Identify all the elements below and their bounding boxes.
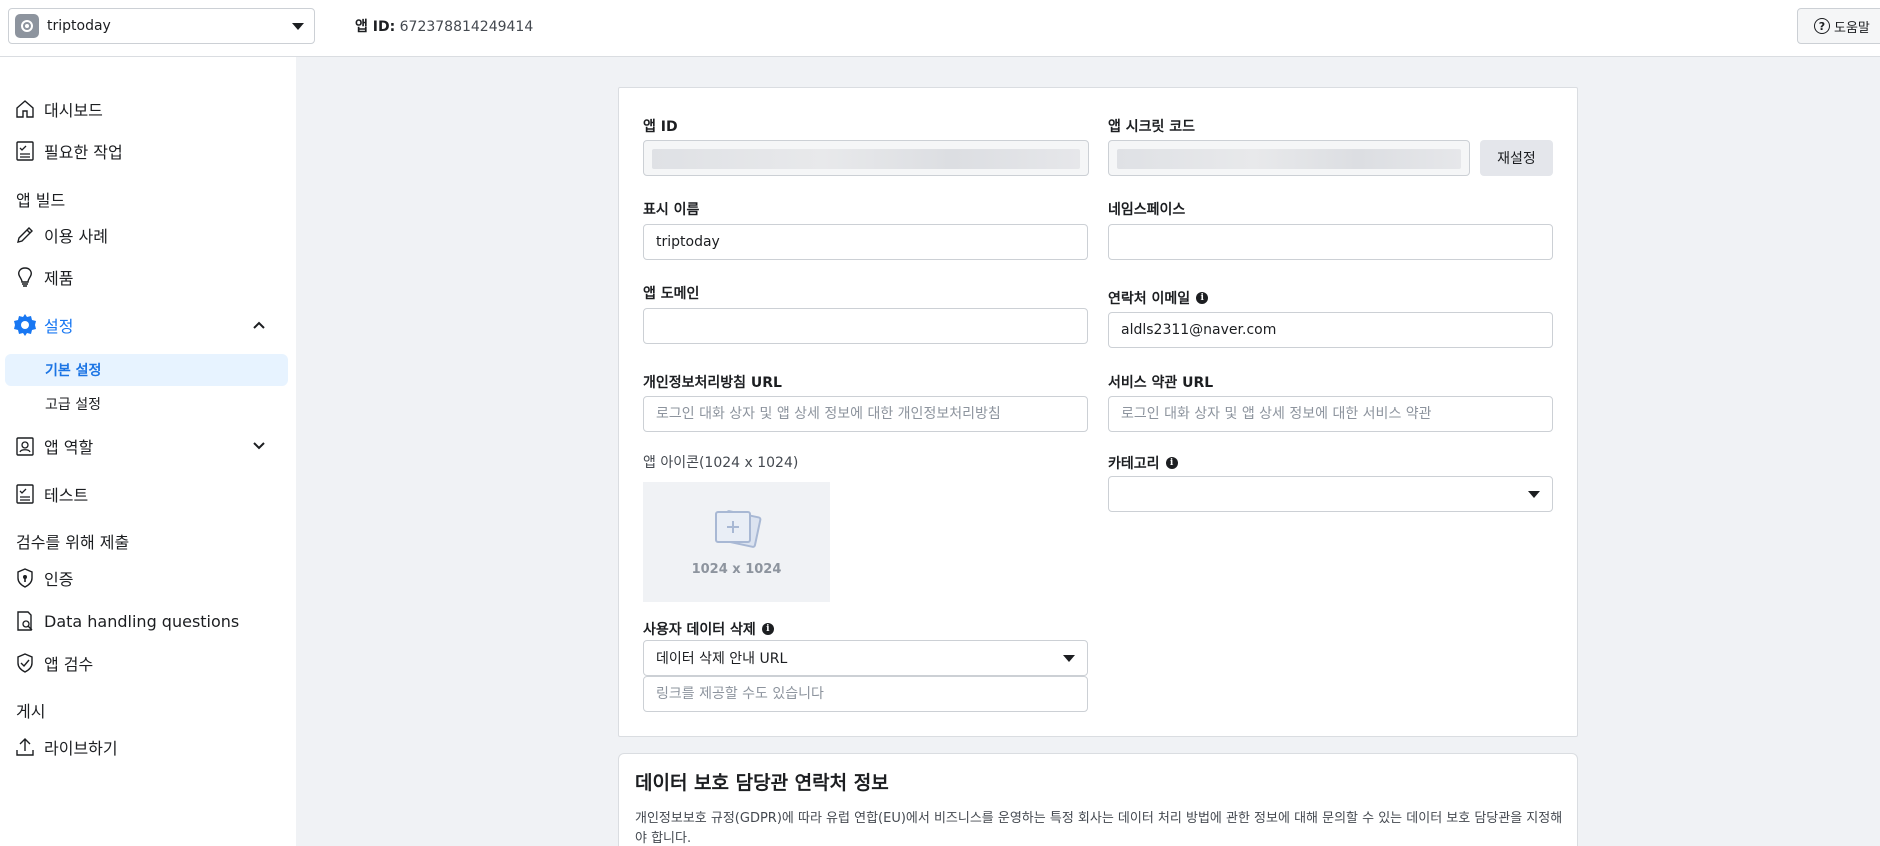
chevron-down-icon xyxy=(252,438,266,457)
privacy-url-text[interactable] xyxy=(656,406,1075,422)
info-icon[interactable]: i xyxy=(1165,457,1178,469)
home-icon xyxy=(12,96,38,122)
app-secret-field[interactable] xyxy=(1108,140,1470,176)
category-select[interactable] xyxy=(1108,476,1553,512)
namespace-label: 네임스페이스 xyxy=(1108,202,1186,218)
shield-check-icon xyxy=(12,650,38,676)
lightbulb-icon xyxy=(12,264,38,290)
chevron-down-icon xyxy=(1528,490,1540,498)
tos-url-input[interactable] xyxy=(1108,396,1553,432)
app-id-display: 앱 ID: 672378814249414 xyxy=(355,16,533,36)
category-label: 카테고리 i xyxy=(1108,453,1178,473)
app-secret-label: 앱 시크릿 코드 xyxy=(1108,119,1196,135)
sidebar-item-label: Data handling questions xyxy=(44,611,240,631)
privacy-url-input[interactable] xyxy=(643,396,1088,432)
tos-url-label: 서비스 약관 URL xyxy=(1108,375,1214,391)
tos-url-text[interactable] xyxy=(1121,406,1540,422)
sidebar-item-label: 앱 검수 xyxy=(44,655,94,674)
sidebar-item-label: 라이브하기 xyxy=(44,739,118,758)
pencil-icon xyxy=(12,222,38,248)
data-deletion-url-text[interactable] xyxy=(656,686,1075,702)
sidebar-item-label: 테스트 xyxy=(44,486,89,505)
sidebar-item-data-handling[interactable]: Data handling questions xyxy=(0,603,296,639)
checklist-icon xyxy=(12,481,38,507)
sidebar-item-products[interactable]: 제품 xyxy=(0,259,296,295)
dpo-title: 데이터 보호 담당관 연락처 정보 xyxy=(635,772,889,794)
chevron-up-icon xyxy=(252,317,266,336)
section-app-build: 앱 빌드 xyxy=(16,191,66,210)
contact-email-value: aldls2311@naver.com xyxy=(1121,322,1277,338)
document-search-icon xyxy=(12,608,38,634)
data-deletion-select[interactable]: 데이터 삭제 안내 URL xyxy=(643,640,1088,676)
dpo-description: 개인정보보호 규정(GDPR)에 따라 유럽 연합(EU)에서 비즈니스를 운영… xyxy=(635,811,1563,846)
image-placeholder-icon xyxy=(710,508,764,556)
checklist-icon xyxy=(12,138,38,164)
masked-value xyxy=(1117,149,1461,169)
top-bar: triptoday 앱 ID: 672378814249414 ? 도움말 xyxy=(0,0,1880,57)
contact-email-input[interactable]: aldls2311@naver.com xyxy=(1108,312,1553,348)
sidebar-item-app-review[interactable]: 앱 검수 xyxy=(0,645,296,681)
chevron-down-icon xyxy=(292,22,304,30)
app-selector-name: triptoday xyxy=(47,18,111,34)
id-badge-icon xyxy=(12,433,38,459)
display-name-label: 표시 이름 xyxy=(643,202,700,218)
sidebar-item-advanced-settings[interactable]: 고급 설정 xyxy=(5,388,288,420)
shield-icon xyxy=(12,565,38,591)
sidebar-item-label: 대시보드 xyxy=(44,101,103,120)
section-publish: 게시 xyxy=(16,702,46,721)
app-id-label: 앱 ID: xyxy=(355,19,396,35)
sidebar-item-go-live[interactable]: 라이브하기 xyxy=(0,729,296,765)
info-icon[interactable]: i xyxy=(1196,292,1209,304)
masked-value xyxy=(652,149,1080,169)
dpo-contact-card: 데이터 보호 담당관 연락처 정보 개인정보보호 규정(GDPR)에 따라 유럽… xyxy=(618,753,1578,846)
gear-icon xyxy=(12,312,38,338)
app-id-field-label: 앱 ID xyxy=(643,119,678,135)
category-label-text: 카테고리 xyxy=(1108,456,1160,472)
reset-secret-button[interactable]: 재설정 xyxy=(1480,140,1553,176)
sidebar-item-label: 앱 역할 xyxy=(44,438,94,457)
sidebar-item-label: 제품 xyxy=(44,269,74,288)
data-deletion-url-input[interactable] xyxy=(643,676,1088,712)
display-name-input[interactable]: triptoday xyxy=(643,224,1088,260)
data-deletion-select-value: 데이터 삭제 안내 URL xyxy=(656,651,788,667)
sidebar-item-dashboard[interactable]: 대시보드 xyxy=(0,91,296,127)
help-label: 도움말 xyxy=(1834,20,1870,36)
app-gear-icon xyxy=(15,14,39,38)
data-deletion-label-text: 사용자 데이터 삭제 xyxy=(643,622,756,638)
sidebar-item-label: 필요한 작업 xyxy=(44,143,123,162)
contact-email-label: 연락처 이메일 i xyxy=(1108,288,1209,308)
sidebar-item-verification[interactable]: 인증 xyxy=(0,560,296,596)
app-id-value: 672378814249414 xyxy=(399,19,534,35)
app-id-field[interactable] xyxy=(643,140,1089,176)
app-selector[interactable]: triptoday xyxy=(8,8,315,44)
help-button[interactable]: ? 도움말 xyxy=(1797,8,1880,44)
privacy-url-label: 개인정보처리방침 URL xyxy=(643,375,782,391)
info-icon[interactable]: i xyxy=(761,623,774,635)
sidebar: 대시보드 필요한 작업 앱 빌드 이용 사례 제품 설정 기본 설정 고급 설정… xyxy=(0,57,296,846)
icon-size-text: 1024 x 1024 xyxy=(691,561,782,577)
app-domain-label: 앱 도메인 xyxy=(643,286,700,302)
sidebar-item-label: 설정 xyxy=(44,317,74,336)
app-icon-upload[interactable]: 1024 x 1024 xyxy=(643,482,830,602)
sidebar-item-settings[interactable]: 설정 xyxy=(0,307,296,343)
chevron-down-icon xyxy=(1063,654,1075,662)
question-icon: ? xyxy=(1814,18,1830,34)
sidebar-item-label: 인증 xyxy=(44,570,74,589)
sidebar-item-test[interactable]: 테스트 xyxy=(0,476,296,512)
contact-email-label-text: 연락처 이메일 xyxy=(1108,291,1191,307)
sidebar-item-app-roles[interactable]: 앱 역할 xyxy=(0,428,296,464)
sidebar-item-label: 이용 사례 xyxy=(44,227,108,246)
namespace-input[interactable] xyxy=(1108,224,1553,260)
app-icon-label: 앱 아이콘(1024 x 1024) xyxy=(643,455,799,471)
sidebar-item-use-cases[interactable]: 이용 사례 xyxy=(0,217,296,253)
sidebar-item-required-tasks[interactable]: 필요한 작업 xyxy=(0,133,296,169)
section-submit-review: 검수를 위해 제출 xyxy=(16,533,130,552)
sidebar-item-basic-settings[interactable]: 기본 설정 xyxy=(5,354,288,386)
upload-icon xyxy=(12,734,38,760)
display-name-value: triptoday xyxy=(656,234,720,250)
data-deletion-label: 사용자 데이터 삭제 i xyxy=(643,619,774,639)
app-domain-input[interactable] xyxy=(643,308,1088,344)
